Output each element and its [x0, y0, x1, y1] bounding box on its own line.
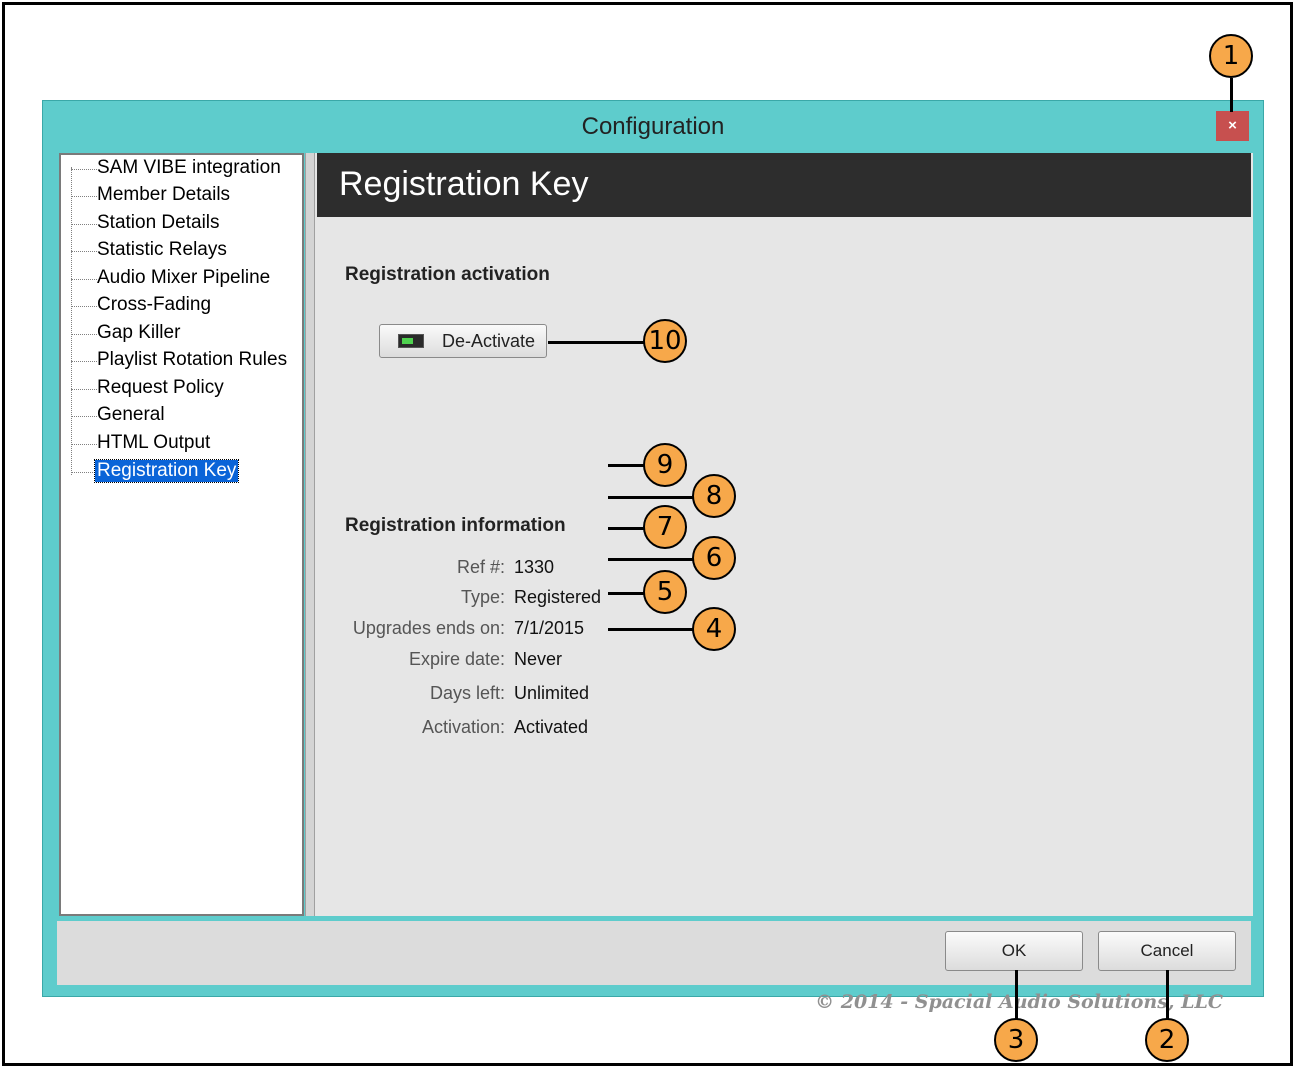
type-value: Registered	[514, 587, 602, 607]
ref-value: 1330	[514, 557, 555, 577]
tree-item-label: Station Details	[97, 212, 220, 233]
toggle-icon	[398, 334, 424, 348]
registration-panel: Registration Key Registration activation…	[315, 153, 1253, 1013]
callout-2: 2	[1145, 1018, 1189, 1062]
tree-item-label: Member Details	[97, 184, 231, 205]
callout-line-8	[608, 496, 694, 499]
ref-label: Ref #:	[456, 557, 505, 577]
deactivate-label: De-Activate	[442, 331, 536, 351]
tree-item-label: General	[97, 404, 165, 425]
callout-line-2	[1166, 970, 1169, 1020]
activation-label: Activation:	[421, 717, 505, 737]
callout-3: 3	[994, 1018, 1038, 1062]
copyright-text: © 2014 - Spacial Audio Solutions, LLC	[815, 991, 1223, 1013]
callout-line-9	[608, 464, 644, 467]
tree-item-label: Playlist Rotation Rules	[97, 349, 288, 370]
ok-button[interactable]: OK	[945, 931, 1083, 971]
expire-label: Expire date:	[408, 649, 505, 669]
type-label: Type:	[460, 587, 505, 607]
information-heading: Registration information	[345, 515, 566, 536]
dialog-button-bar: OK Cancel	[57, 921, 1251, 985]
days-left-value: Unlimited	[514, 683, 590, 703]
callout-line-10	[548, 341, 644, 344]
tree-item-label: SAM VIBE integration	[97, 157, 281, 178]
tree-connector-line	[71, 167, 72, 475]
tree-item-label: Request Policy	[97, 377, 224, 398]
deactivate-button[interactable]: De-Activate	[379, 324, 547, 358]
callout-line-7	[608, 527, 644, 530]
tree-item-label: Gap Killer	[97, 322, 181, 343]
settings-tree: SAM VIBE integration Member Details Stat…	[59, 153, 304, 916]
tree-item-label: Statistic Relays	[97, 239, 227, 260]
panel-header: Registration Key	[317, 153, 1251, 217]
tree-item-label: HTML Output	[97, 432, 211, 453]
close-button[interactable]: ×	[1216, 111, 1249, 141]
upgrades-label: Upgrades ends on:	[352, 618, 505, 638]
upgrades-value: 7/1/2015	[514, 618, 585, 638]
window-title: Configuration	[581, 113, 725, 140]
callout-10: 10	[643, 319, 687, 363]
callout-1: 1	[1209, 34, 1253, 78]
callout-7: 7	[643, 505, 687, 549]
tree-item-label: Registration Key	[93, 459, 240, 483]
callout-line-1	[1230, 78, 1233, 112]
callout-6: 6	[692, 536, 736, 580]
callout-9: 9	[643, 443, 687, 487]
activation-heading: Registration activation	[345, 264, 550, 285]
tree-item-label: Cross-Fading	[97, 294, 212, 315]
callout-line-4	[608, 628, 694, 631]
callout-line-3	[1015, 970, 1018, 1020]
callout-8: 8	[692, 474, 736, 518]
configuration-window: Configuration × SAM VIBE integration Mem…	[42, 100, 1264, 1013]
callout-4: 4	[692, 607, 736, 651]
callout-5: 5	[643, 570, 687, 614]
callout-line-6	[608, 558, 694, 561]
activation-value: Activated	[514, 717, 589, 737]
days-left-label: Days left:	[429, 683, 505, 703]
page-title: Registration Key	[339, 165, 589, 203]
tree-item-label: Audio Mixer Pipeline	[97, 267, 271, 288]
title-bar[interactable]: Configuration ×	[43, 101, 1263, 151]
expire-value: Never	[514, 649, 563, 669]
pane-splitter[interactable]	[305, 153, 315, 916]
cancel-button[interactable]: Cancel	[1098, 931, 1236, 971]
callout-line-5	[608, 592, 644, 595]
